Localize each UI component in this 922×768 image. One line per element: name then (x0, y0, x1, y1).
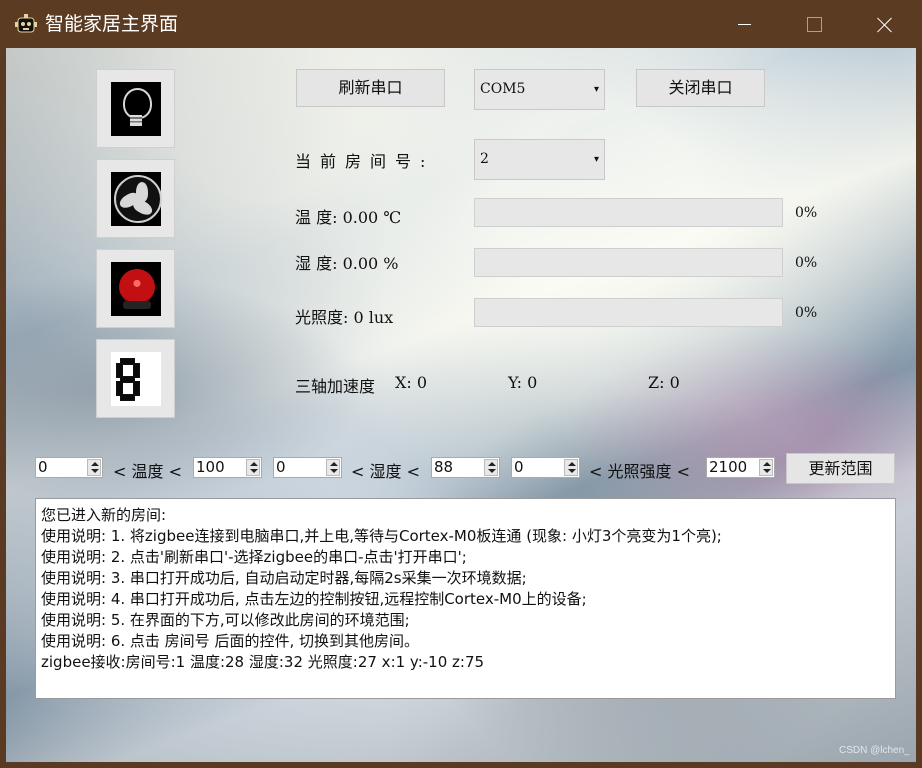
update-range-button[interactable]: 更新范围 (786, 453, 895, 484)
log-line: 使用说明: 4. 串口打开成功后, 点击左边的控制按钮,远程控制Cortex-M… (41, 590, 587, 608)
message-log[interactable]: 您已进入新的房间: 使用说明: 1. 将zigbee连接到电脑串口,并上电,等待… (35, 498, 896, 699)
fan-icon (111, 172, 162, 226)
humidity-max-spinbox[interactable]: 88 (431, 457, 500, 478)
digit-display-button[interactable] (96, 339, 175, 418)
accelerometer-y: Y: 0 (508, 373, 538, 392)
log-line: 使用说明: 5. 在界面的下方,可以修改此房间的环境范围; (41, 611, 410, 629)
alarm-icon (111, 262, 161, 316)
alarm-button[interactable] (96, 249, 175, 328)
robot-icon (15, 14, 37, 33)
close-serial-button[interactable]: 关闭串口 (636, 69, 765, 107)
humidity-min-value: 0 (276, 458, 286, 476)
log-line: 使用说明: 6. 点击 房间号 后面的控件, 切换到其他房间。 (41, 632, 419, 650)
app-window: 智能家居主界面 刷新串口 COM5 关闭串口 当前房间号: 2 温 度: 0.0… (0, 0, 922, 768)
main-panel: 刷新串口 COM5 关闭串口 当前房间号: 2 温 度: 0.00 ℃ 0% 湿… (6, 48, 916, 762)
minimize-button[interactable] (714, 0, 774, 48)
light-min-spinbox[interactable]: 0 (511, 457, 580, 478)
light-max-value: 2100 (709, 458, 748, 476)
title-bar[interactable]: 智能家居主界面 (0, 0, 922, 48)
serial-port-select[interactable]: COM5 (474, 69, 605, 110)
humidity-range-label: < 湿度 < (351, 462, 420, 481)
window-title: 智能家居主界面 (45, 13, 179, 35)
log-line: zigbee接收:房间号:1 温度:28 湿度:32 光照度:27 x:1 y:… (41, 653, 485, 671)
temperature-min-value: 0 (38, 458, 48, 476)
room-number-label: 当前房间号: (295, 152, 435, 171)
log-line: 使用说明: 1. 将zigbee连接到电脑串口,并上电,等待与Cortex-M0… (41, 527, 722, 545)
log-line: 您已进入新的房间: (41, 506, 167, 524)
humidity-percent: 0% (795, 255, 818, 271)
maximize-button[interactable] (784, 0, 844, 48)
spin-arrows-icon[interactable] (87, 459, 101, 476)
humidity-min-spinbox[interactable]: 0 (273, 457, 342, 478)
log-line: 使用说明: 2. 点击'刷新串口'-选择zigbee的串口-点击'打开串口'; (41, 548, 467, 566)
temperature-progress (474, 198, 783, 227)
temperature-max-value: 100 (196, 458, 225, 476)
accelerometer-z: Z: 0 (648, 373, 680, 392)
temperature-percent: 0% (795, 205, 818, 221)
temperature-label: 温 度: 0.00 ℃ (295, 208, 402, 227)
bulb-button[interactable] (96, 69, 175, 148)
log-line: 使用说明: 3. 串口打开成功后, 自动启动定时器,每隔2s采集一次环境数据; (41, 569, 527, 587)
accelerometer-x: X: 0 (395, 373, 428, 392)
spin-arrows-icon[interactable] (759, 459, 773, 476)
spin-arrows-icon[interactable] (326, 459, 340, 476)
temperature-min-spinbox[interactable]: 0 (35, 457, 103, 478)
temperature-max-spinbox[interactable]: 100 (193, 457, 262, 478)
close-button[interactable] (854, 0, 914, 48)
humidity-label: 湿 度: 0.00 % (295, 254, 399, 273)
refresh-serial-button[interactable]: 刷新串口 (296, 69, 445, 107)
temperature-range-label: < 温度 < (113, 462, 182, 481)
humidity-max-value: 88 (434, 458, 454, 476)
room-number-select[interactable]: 2 (474, 139, 605, 180)
spin-arrows-icon[interactable] (484, 459, 498, 476)
light-progress (474, 298, 783, 327)
bulb-icon (111, 82, 161, 136)
light-max-spinbox[interactable]: 2100 (706, 457, 775, 478)
light-label: 光照度: 0 lux (295, 308, 394, 327)
light-min-value: 0 (514, 458, 524, 476)
light-range-label: < 光照强度 < (589, 462, 690, 481)
spin-arrows-icon[interactable] (564, 459, 578, 476)
seven-segment-digit-icon (111, 352, 161, 406)
accelerometer-label: 三轴加速度 (295, 377, 376, 396)
fan-button[interactable] (96, 159, 175, 238)
light-percent: 0% (795, 305, 818, 321)
spin-arrows-icon[interactable] (246, 459, 260, 476)
humidity-progress (474, 248, 783, 277)
watermark: CSDN @lchen_ (839, 745, 910, 756)
